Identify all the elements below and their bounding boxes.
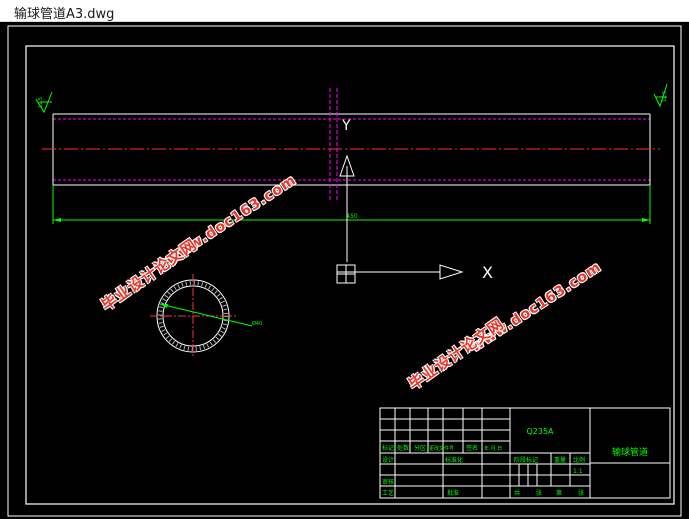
svg-text:X: X — [482, 263, 493, 282]
tb-row-label-6: 年.月.日 — [484, 445, 502, 452]
dim-diameter-text: Ø40 — [252, 320, 262, 327]
roughness-left-text: 12.5 — [38, 97, 44, 108]
tb-material: Q235A — [526, 427, 554, 436]
tb-process-label: 工艺 — [382, 489, 394, 497]
tb-weight-label: 重量 — [554, 456, 566, 464]
tb-design-label: 设计 — [382, 456, 394, 464]
pipe-cross-section — [150, 274, 253, 358]
tb-row-label-4: 更改文件号 — [429, 445, 454, 452]
tb-check-label: 审核 — [382, 478, 394, 486]
roughness-right-text: 12.5 — [662, 91, 668, 102]
svg-text:Y: Y — [341, 118, 351, 134]
tb-scale-label: 比例 — [573, 456, 585, 464]
dim-arrow-left — [53, 218, 61, 222]
dim-arrow-right — [642, 218, 650, 222]
tb-standardize-label: 标准化 — [445, 456, 463, 464]
tb-sheet-1: 共 — [514, 489, 520, 497]
window-title: 输球管道A3.dwg — [14, 7, 115, 22]
tb-part-name: 输球管道 — [612, 446, 648, 458]
ucs-icon: Y X — [336, 118, 493, 284]
tb-approve-label: 批准 — [447, 489, 459, 497]
tb-sheet-3: 第 — [556, 489, 562, 497]
dim-length-text: 450 — [346, 213, 358, 220]
tb-stage-mark-label: 阶段标记 — [514, 456, 538, 464]
tb-sheet-4: 张 — [578, 489, 584, 497]
tb-row-label-2: 处数 — [397, 444, 409, 452]
tb-scale-value: 1:1 — [573, 468, 583, 475]
tb-row-label-3: 分区 — [414, 444, 426, 452]
tb-row-label-5: 签名 — [466, 444, 478, 452]
drawing-canvas[interactable]: 450 12.5 12.5 Y X Ø40 标记 处数 分区 更改文件号 签名 … — [0, 22, 689, 519]
tb-row-label-1: 标记 — [382, 444, 394, 452]
title-bar: 输球管道A3.dwg — [0, 0, 689, 22]
tb-sheet-2: 张 — [536, 489, 542, 497]
